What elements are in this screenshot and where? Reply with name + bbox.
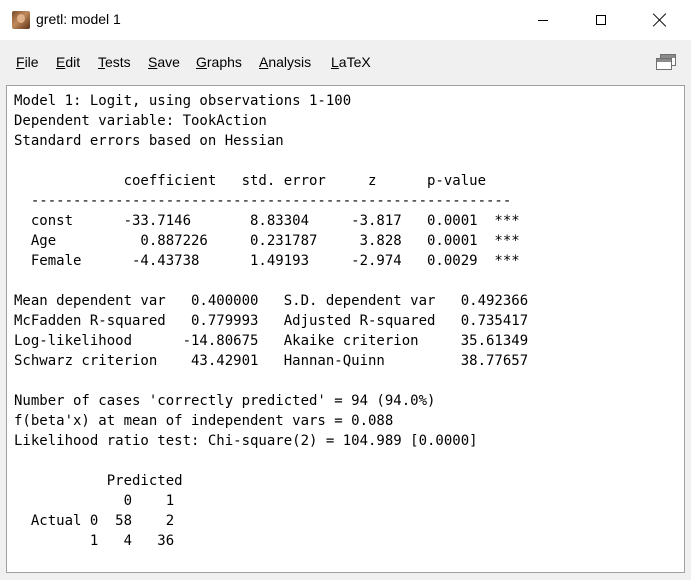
- output-line: 0 1: [14, 493, 175, 509]
- output-line: f(beta'x) at mean of independent vars = …: [14, 413, 394, 429]
- title-bar: gretl: model 1: [0, 0, 691, 40]
- output-line: McFadden R-squared 0.779993 Adjusted R-s…: [14, 313, 529, 329]
- menu-bar: File Edit Tests Save Graphs Analysis LaT…: [0, 40, 691, 84]
- output-line: Dependent variable: TookAction: [14, 113, 267, 129]
- output-line: Female -4.43738 1.49193 -2.974 0.0029 **…: [14, 253, 520, 269]
- output-line: Likelihood ratio test: Chi-square(2) = 1…: [14, 433, 478, 449]
- output-line: Age 0.887226 0.231787 3.828 0.0001 ***: [14, 233, 520, 249]
- menu-file[interactable]: File: [16, 54, 39, 70]
- output-line: ----------------------------------------…: [14, 193, 512, 209]
- output-line: 1 4 36: [14, 533, 175, 549]
- minimize-button[interactable]: [520, 0, 566, 40]
- menu-latex[interactable]: LaTeX: [331, 54, 371, 70]
- output-line: coefficient std. error z p-value: [14, 173, 487, 189]
- close-button[interactable]: [637, 0, 683, 40]
- close-icon: [653, 13, 667, 27]
- maximize-button[interactable]: [578, 0, 624, 40]
- output-line: Model 1: Logit, using observations 1-100: [14, 93, 352, 109]
- output-line: Mean dependent var 0.400000 S.D. depende…: [14, 293, 529, 309]
- maximize-icon: [596, 15, 606, 25]
- menu-tests[interactable]: Tests: [98, 54, 131, 70]
- output-line: Number of cases 'correctly predicted' = …: [14, 393, 436, 409]
- menu-save[interactable]: Save: [148, 54, 180, 70]
- output-line: Log-likelihood -14.80675 Akaike criterio…: [14, 333, 529, 349]
- menu-graphs[interactable]: Graphs: [196, 54, 242, 70]
- minimize-icon: [538, 19, 548, 21]
- menu-edit[interactable]: Edit: [56, 54, 80, 70]
- output-line: Standard errors based on Hessian: [14, 133, 284, 149]
- output-line: const -33.7146 8.83304 -3.817 0.0001 ***: [14, 213, 520, 229]
- gretl-app-icon: [12, 11, 30, 29]
- output-line: Schwarz criterion 43.42901 Hannan-Quinn …: [14, 353, 529, 369]
- output-line: Predicted: [14, 473, 183, 489]
- model-output-text-view[interactable]: Model 1: Logit, using observations 1-100…: [6, 85, 685, 573]
- window-title: gretl: model 1: [36, 11, 121, 27]
- windows-list-button[interactable]: [655, 52, 677, 72]
- output-line: Actual 0 58 2: [14, 513, 175, 529]
- menu-analysis[interactable]: Analysis: [259, 54, 311, 70]
